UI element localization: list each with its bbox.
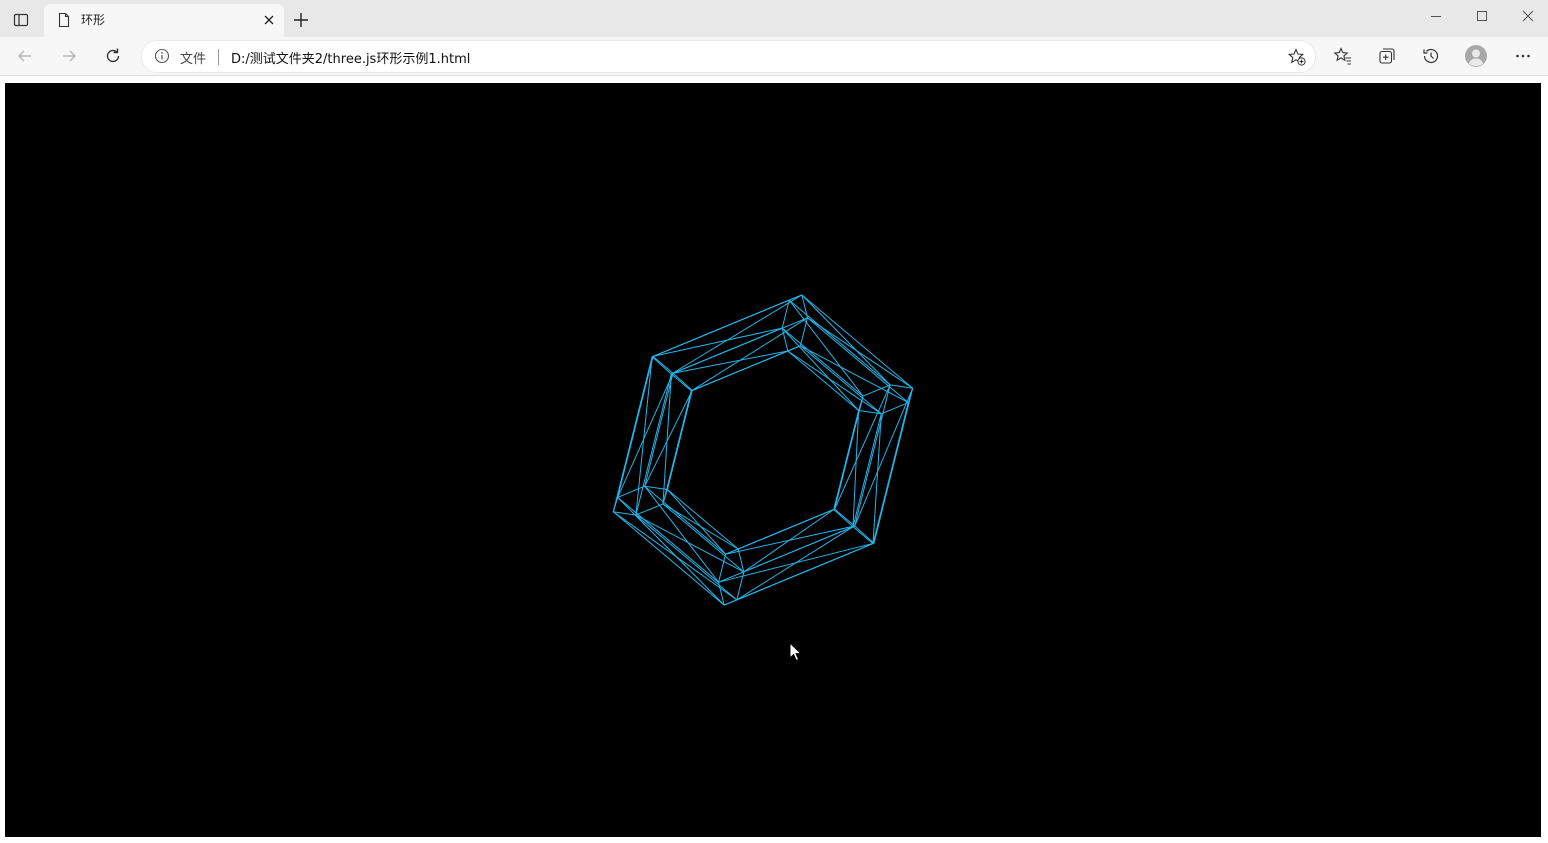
wire-edge bbox=[691, 317, 808, 392]
wire-edge bbox=[834, 508, 856, 527]
more-icon[interactable] bbox=[1511, 44, 1535, 68]
window-close-icon[interactable] bbox=[1520, 8, 1536, 24]
torus-wireframe bbox=[612, 294, 914, 606]
wire-edge bbox=[781, 327, 864, 397]
history-icon[interactable] bbox=[1419, 44, 1443, 68]
reload-icon[interactable] bbox=[101, 44, 125, 68]
wire-edge bbox=[651, 356, 672, 375]
wire-edge bbox=[787, 345, 801, 352]
page-icon bbox=[56, 12, 72, 28]
back-icon[interactable] bbox=[13, 44, 37, 68]
title-bar: 环形 bbox=[0, 0, 1548, 37]
favorites-icon[interactable] bbox=[1331, 44, 1355, 68]
wire-edge bbox=[789, 294, 802, 301]
wire-edge bbox=[612, 511, 725, 606]
webgl-canvas[interactable] bbox=[5, 83, 1541, 837]
wire-edge bbox=[801, 294, 891, 386]
wire-edge bbox=[652, 327, 783, 357]
wire-edge bbox=[801, 294, 914, 389]
forward-icon[interactable] bbox=[57, 44, 81, 68]
maximize-icon[interactable] bbox=[1474, 8, 1490, 24]
wire-edge bbox=[787, 350, 859, 411]
navigation-toolbar: 文件 D:/测试文件夹2/three.js环形示例1.html bbox=[0, 37, 1548, 76]
address-bar[interactable]: 文件 D:/测试文件夹2/three.js环形示例1.html bbox=[141, 40, 1316, 73]
wire-edge bbox=[651, 299, 790, 358]
wire-edge bbox=[672, 327, 783, 374]
wire-edge bbox=[672, 372, 693, 391]
wire-edge bbox=[662, 503, 745, 573]
tab-title: 环形 bbox=[81, 13, 106, 27]
wire-edge bbox=[635, 514, 738, 601]
wire-edge bbox=[724, 599, 737, 606]
wire-edge bbox=[725, 508, 835, 555]
wire-edge bbox=[666, 390, 693, 490]
url-text[interactable]: D:/测试文件夹2/three.js环形示例1.html bbox=[231, 48, 470, 67]
wire-edge bbox=[617, 497, 725, 606]
wire-edge bbox=[788, 299, 891, 386]
wire-edge bbox=[670, 373, 692, 392]
tab-actions-icon[interactable] bbox=[8, 7, 34, 33]
minimize-icon[interactable] bbox=[1428, 8, 1444, 24]
browser-tab[interactable]: 环形 bbox=[44, 4, 284, 37]
new-tab-icon[interactable] bbox=[290, 9, 312, 31]
info-icon[interactable] bbox=[154, 48, 170, 64]
profile-avatar-icon[interactable] bbox=[1464, 44, 1488, 68]
close-tab-icon[interactable] bbox=[262, 13, 276, 27]
wire-edge bbox=[635, 356, 653, 516]
wire-edge bbox=[736, 543, 874, 601]
wire-edge bbox=[635, 503, 664, 516]
wire-edge bbox=[644, 485, 726, 555]
wire-edge bbox=[854, 525, 875, 544]
wire-edge bbox=[852, 526, 874, 544]
wire-edge bbox=[617, 497, 719, 583]
collections-icon[interactable] bbox=[1375, 44, 1399, 68]
add-favorite-icon[interactable] bbox=[1287, 47, 1307, 67]
wire-edge bbox=[834, 395, 864, 510]
url-scheme-label: 文件 bbox=[180, 52, 207, 67]
wire-edge bbox=[787, 350, 882, 415]
wire-edge bbox=[718, 525, 855, 583]
wire-edge bbox=[718, 554, 727, 583]
address-divider bbox=[218, 49, 219, 65]
mouse-cursor-icon bbox=[789, 642, 803, 662]
wire-edge bbox=[667, 489, 726, 555]
wire-edge bbox=[800, 345, 882, 415]
wire-edge bbox=[692, 350, 788, 391]
wire-edge bbox=[667, 489, 739, 550]
wire-edge bbox=[652, 356, 674, 374]
wire-edge bbox=[725, 525, 855, 555]
wire-edge bbox=[833, 509, 854, 528]
wire-edge bbox=[644, 390, 693, 487]
